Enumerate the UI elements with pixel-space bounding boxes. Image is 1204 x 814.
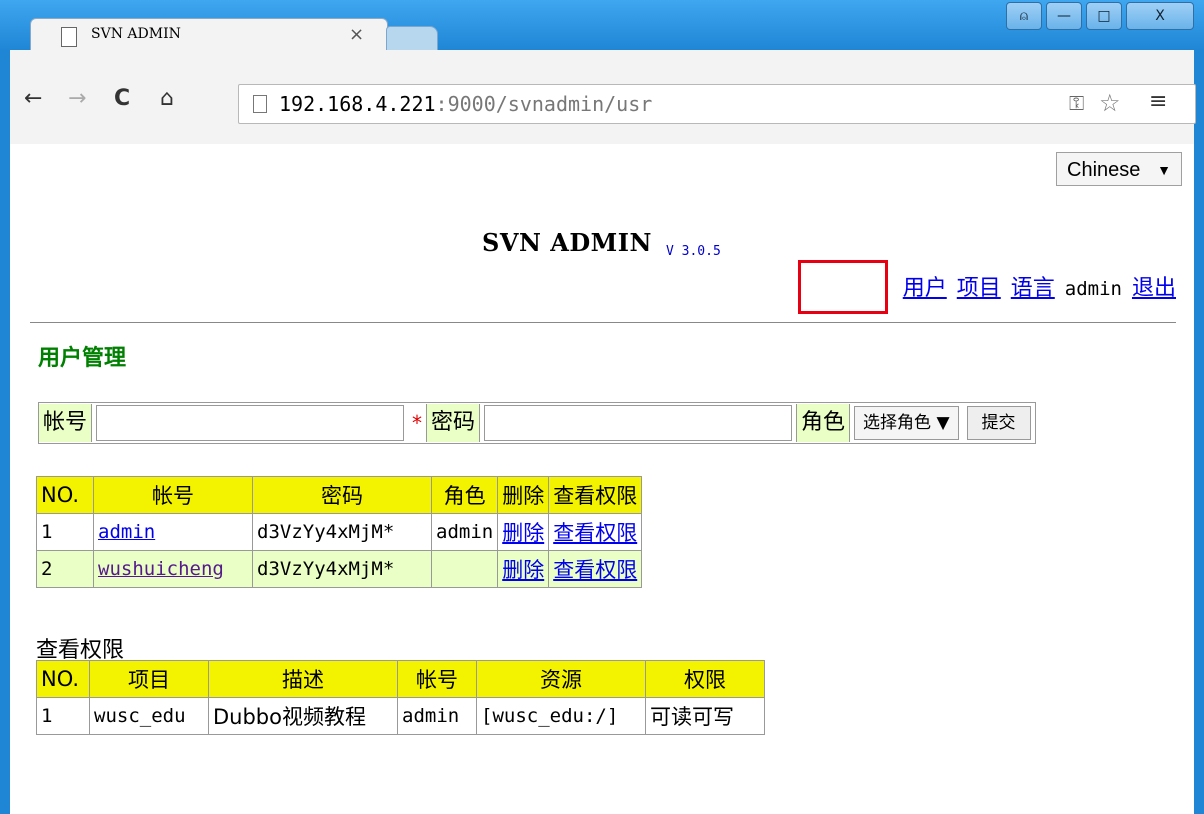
perm-description: Dubbo视频教程 xyxy=(208,697,398,735)
add-user-form: 帐号 * 密码 角色 选择角色 ▼ 提交 xyxy=(38,402,1036,444)
minimize-button[interactable]: — xyxy=(1046,2,1082,30)
home-icon[interactable]: ⌂ xyxy=(160,86,174,111)
logout-link[interactable]: 退出 xyxy=(1132,270,1176,302)
view-permissions-link[interactable]: 查看权限 xyxy=(553,558,637,582)
back-icon[interactable]: ← xyxy=(24,86,42,111)
col-header-no: NO. xyxy=(36,476,94,514)
url-host: 192.168.4.221 xyxy=(279,92,436,116)
table-row: 1 admin d3VzYy4xMjM* admin 删除 查看权限 xyxy=(36,513,643,551)
table-row: 2 wushuicheng d3VzYy4xMjM* 删除 查看权限 xyxy=(36,550,643,588)
highlight-box xyxy=(798,260,888,314)
profile-icon[interactable]: ⍝ xyxy=(1006,2,1042,30)
nav-projects-link[interactable]: 项目 xyxy=(957,270,1001,302)
current-user: admin xyxy=(1064,278,1122,300)
password-label: 密码 xyxy=(426,404,481,442)
col-header-account: 帐号 xyxy=(397,660,477,698)
app-title: SVN ADMIN xyxy=(482,228,652,257)
view-permissions-link[interactable]: 查看权限 xyxy=(553,521,637,545)
table-row: 1 wusc_edu Dubbo视频教程 admin [wusc_edu:/] … xyxy=(36,697,765,735)
url-path: :9000/svnadmin/usr xyxy=(435,92,653,116)
maximize-button[interactable]: □ xyxy=(1086,2,1122,30)
window-controls: ⍝ — □ X xyxy=(1006,2,1194,30)
close-tab-icon[interactable]: × xyxy=(349,24,364,45)
title-bar: SVN ADMIN × ⍝ — □ X xyxy=(0,0,1204,53)
required-mark: * xyxy=(412,411,423,435)
permissions-table: NO. 项目 描述 帐号 资源 权限 1 wusc_edu Dubbo视频教程 … xyxy=(36,660,765,735)
perm-no: 1 xyxy=(36,697,90,735)
url-text: 192.168.4.221:9000/svnadmin/usr xyxy=(279,92,652,116)
delete-link[interactable]: 删除 xyxy=(502,521,544,545)
nav-language-link[interactable]: 语言 xyxy=(1011,270,1055,302)
perm-resource: [wusc_edu:/] xyxy=(476,697,646,735)
section-title: 用户管理 xyxy=(38,346,127,371)
browser-tab[interactable]: SVN ADMIN × xyxy=(30,18,388,53)
row-role: admin xyxy=(430,513,499,551)
close-window-button[interactable]: X xyxy=(1126,2,1194,30)
browser-toolbar: ← → C ⌂ 192.168.4.221:9000/svnadmin/usr … xyxy=(10,50,1196,145)
row-password: d3VzYy4xMjM* xyxy=(252,550,432,588)
nav-users-link[interactable]: 用户 xyxy=(903,270,947,302)
perm-permission: 可读可写 xyxy=(645,697,765,735)
col-header-password: 密码 xyxy=(252,476,432,514)
reload-icon[interactable]: C xyxy=(114,86,130,111)
divider xyxy=(30,322,1176,323)
col-header-delete: 删除 xyxy=(497,476,550,514)
col-header-no: NO. xyxy=(36,660,90,698)
new-tab-button[interactable] xyxy=(386,26,438,51)
address-bar[interactable]: 192.168.4.221:9000/svnadmin/usr ⚿ ☆ ≡ xyxy=(238,84,1196,124)
page-icon xyxy=(253,95,267,113)
col-header-description: 描述 xyxy=(208,660,398,698)
forward-icon[interactable]: → xyxy=(68,86,86,111)
account-input[interactable] xyxy=(96,405,405,441)
password-input[interactable] xyxy=(484,405,793,441)
user-table: NO. 帐号 密码 角色 删除 查看权限 1 admin d3VzYy4xMjM… xyxy=(36,476,643,588)
col-header-permission: 权限 xyxy=(645,660,765,698)
col-header-account: 帐号 xyxy=(93,476,253,514)
table-header-row: NO. 项目 描述 帐号 资源 权限 xyxy=(36,660,765,698)
key-icon[interactable]: ⚿ xyxy=(1069,91,1084,115)
col-header-view: 查看权限 xyxy=(548,476,643,514)
tab-title: SVN ADMIN xyxy=(91,26,181,42)
col-header-resource: 资源 xyxy=(476,660,646,698)
role-label: 角色 xyxy=(796,404,851,442)
browser-window: SVN ADMIN × ⍝ — □ X ← → C ⌂ 192.168.4.22… xyxy=(0,0,1204,814)
chevron-down-icon: ▼ xyxy=(1157,162,1171,178)
role-select[interactable]: 选择角色 ▼ xyxy=(854,406,959,440)
top-nav: 用户 项目 语言 admin 退出 xyxy=(903,270,1176,302)
menu-icon[interactable]: ≡ xyxy=(1149,89,1167,114)
account-label: 帐号 xyxy=(39,404,93,442)
row-password: d3VzYy4xMjM* xyxy=(252,513,432,551)
account-link[interactable]: wushuicheng xyxy=(98,558,224,580)
col-header-project: 项目 xyxy=(89,660,209,698)
star-icon[interactable]: ☆ xyxy=(1099,89,1121,117)
col-header-role: 角色 xyxy=(430,476,499,514)
page-icon xyxy=(61,27,77,47)
account-link[interactable]: admin xyxy=(98,521,155,543)
row-no: 1 xyxy=(36,513,94,551)
page-content: Chinese ▼ SVN ADMIN V 3.0.5 用户 项目 语言 adm… xyxy=(10,144,1194,814)
row-role xyxy=(430,550,499,588)
table-header-row: NO. 帐号 密码 角色 删除 查看权限 xyxy=(36,476,643,514)
perm-project: wusc_edu xyxy=(89,697,209,735)
submit-button[interactable]: 提交 xyxy=(966,406,1031,440)
perm-account: admin xyxy=(397,697,477,735)
row-no: 2 xyxy=(36,550,94,588)
language-select-value: Chinese xyxy=(1067,159,1141,181)
language-select[interactable]: Chinese ▼ xyxy=(1056,152,1182,186)
app-version: V 3.0.5 xyxy=(666,244,721,259)
delete-link[interactable]: 删除 xyxy=(502,558,544,582)
